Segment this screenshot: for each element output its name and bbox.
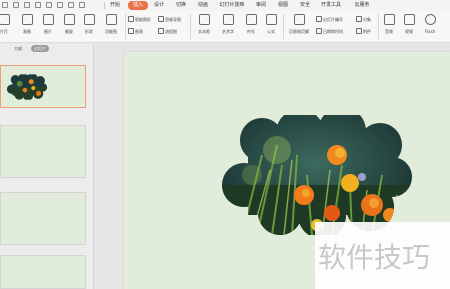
slide-number-button[interactable]: 幻灯片编号 bbox=[316, 16, 343, 24]
datetime-button[interactable]: 日期和时间 bbox=[316, 28, 343, 36]
picture-icon bbox=[42, 14, 54, 25]
paperclip-icon bbox=[356, 28, 362, 34]
chart-button[interactable]: 图表 bbox=[128, 28, 143, 36]
audio-button[interactable]: 音频 bbox=[380, 14, 398, 35]
screenshot-icon bbox=[63, 14, 75, 25]
cut-button[interactable]: 片打 bbox=[0, 14, 14, 35]
flash-icon bbox=[424, 14, 436, 25]
slide-thumbnail[interactable] bbox=[0, 192, 86, 245]
table-button[interactable]: 表格 bbox=[18, 14, 36, 35]
slide-thumbnail-panel: 大纲 幻灯片 bbox=[0, 44, 94, 289]
slide-thumbnail[interactable] bbox=[0, 65, 86, 108]
attachment-button[interactable]: 附件 bbox=[356, 28, 371, 36]
tab-developer[interactable]: 开发工具 bbox=[318, 1, 344, 10]
cloud-shaped-flower-picture[interactable] bbox=[222, 115, 412, 235]
cloud-flower-thumbnail bbox=[7, 74, 47, 100]
print-preview-icon[interactable] bbox=[57, 2, 63, 8]
function-chart-icon bbox=[105, 14, 117, 25]
pi-formula-icon bbox=[265, 14, 277, 25]
textbox-button[interactable]: 文本框 bbox=[193, 14, 215, 35]
object-icon bbox=[356, 16, 362, 22]
tab-insert[interactable]: 插入 bbox=[128, 1, 148, 10]
tab-security[interactable]: 安全 bbox=[297, 1, 313, 10]
slide-thumbnail[interactable] bbox=[0, 125, 86, 178]
calendar-icon bbox=[316, 28, 322, 34]
slide-number-icon bbox=[316, 16, 322, 22]
chart-icon bbox=[128, 28, 134, 34]
tab-view[interactable]: 视图 bbox=[275, 1, 291, 10]
smartart-button[interactable]: 智能图形 bbox=[128, 16, 151, 24]
header-footer-button[interactable]: 页眉和页脚 bbox=[285, 14, 313, 35]
screenshot-button[interactable]: 截屏 bbox=[60, 14, 78, 35]
new-slide-icon bbox=[0, 14, 10, 25]
flash-button[interactable]: Flash bbox=[420, 14, 440, 34]
shape-button[interactable]: 形状 bbox=[80, 14, 98, 35]
ribbon-divider bbox=[190, 14, 191, 39]
open-file-icon[interactable] bbox=[24, 2, 30, 8]
menu-icon[interactable] bbox=[2, 2, 8, 8]
tab-review[interactable]: 审阅 bbox=[253, 1, 269, 10]
mindmap-button[interactable]: 思维导图 bbox=[158, 16, 181, 24]
formula-button[interactable]: 公式 bbox=[262, 14, 280, 35]
redo-icon[interactable] bbox=[79, 2, 85, 8]
shape-icon bbox=[83, 14, 95, 25]
tab-slides[interactable]: 幻灯片 bbox=[31, 45, 49, 52]
flowchart-button[interactable]: 流程图 bbox=[158, 28, 177, 36]
header-footer-icon bbox=[293, 14, 305, 25]
tab-animation[interactable]: 动画 bbox=[195, 1, 211, 10]
watermark: 软件技巧 bbox=[315, 222, 450, 289]
save-icon[interactable] bbox=[35, 2, 41, 8]
tab-transition[interactable]: 切换 bbox=[173, 1, 189, 10]
mindmap-icon bbox=[158, 16, 164, 22]
wordart-button[interactable]: 艺术字 bbox=[217, 14, 239, 35]
ribbon-divider bbox=[283, 14, 284, 39]
table-icon bbox=[21, 14, 33, 25]
symbol-button[interactable]: 符号 bbox=[242, 14, 260, 35]
slide-thumbnail[interactable] bbox=[0, 255, 86, 289]
new-file-icon[interactable] bbox=[13, 2, 19, 8]
audio-icon bbox=[383, 14, 395, 25]
picture-button[interactable]: 图片 bbox=[39, 14, 57, 35]
ribbon-toolbar: 片打 表格 图片 截屏 形状 功能图 智能图形 图表 思维导图 流程图 文本框 … bbox=[0, 11, 450, 43]
watermark-text: 软件技巧 bbox=[318, 241, 431, 274]
tab-design[interactable]: 设计 bbox=[151, 1, 167, 10]
menu-separator bbox=[104, 2, 105, 9]
ribbon-divider bbox=[125, 14, 126, 39]
video-icon bbox=[403, 14, 415, 25]
smartart-icon bbox=[128, 16, 134, 22]
tab-home[interactable]: 开始 bbox=[107, 1, 123, 10]
undo-icon[interactable] bbox=[68, 2, 74, 8]
video-button[interactable]: 视频 bbox=[400, 14, 418, 35]
flowchart-icon bbox=[158, 28, 164, 34]
omega-symbol-icon bbox=[245, 14, 257, 25]
object-button[interactable]: 对象 bbox=[356, 16, 371, 24]
wordart-icon bbox=[222, 14, 234, 25]
textbox-icon bbox=[198, 14, 210, 25]
tab-outline[interactable]: 大纲 bbox=[14, 46, 22, 52]
print-icon[interactable] bbox=[46, 2, 52, 8]
menu-bar: 开始 插入 设计 切换 动画 幻灯片放映 审阅 视图 安全 开发工具 云服务 bbox=[0, 0, 450, 11]
ribbon-divider bbox=[378, 14, 379, 39]
function-chart-button[interactable]: 功能图 bbox=[100, 14, 122, 35]
tab-cloud[interactable]: 云服务 bbox=[351, 1, 373, 10]
tab-slideshow[interactable]: 幻灯片放映 bbox=[215, 1, 249, 10]
